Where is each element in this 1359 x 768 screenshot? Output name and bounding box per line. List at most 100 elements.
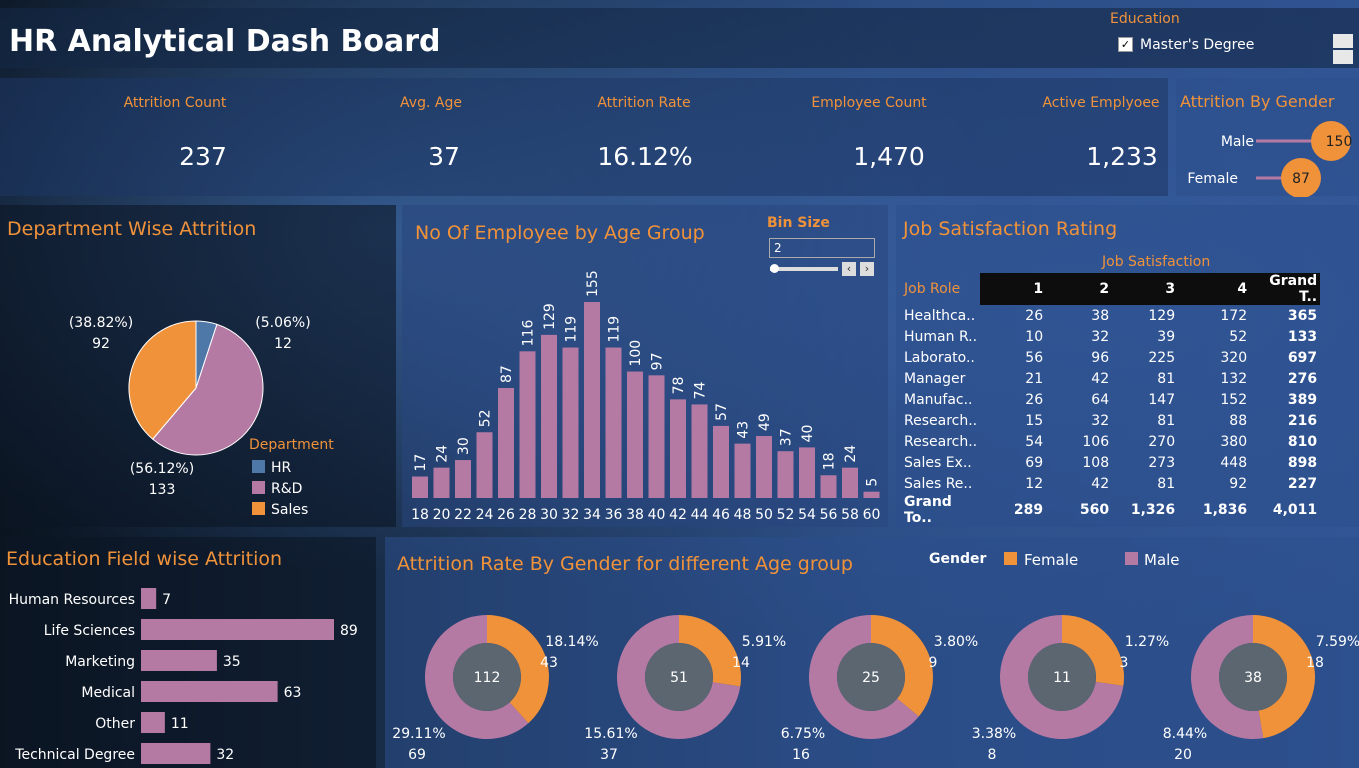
age-tick-label: 32 <box>562 507 580 523</box>
table-cell: 389 <box>1287 391 1318 408</box>
donut-center-label: 51 <box>670 670 688 686</box>
table-cell: 365 <box>1287 307 1318 324</box>
education-filter-label: Education <box>1110 11 1180 27</box>
page-title: HR Analytical Dash Board <box>9 24 441 59</box>
scroll-up-button[interactable] <box>1333 34 1353 48</box>
masters-degree-checkbox[interactable]: ✓ <box>1118 37 1133 52</box>
table-cell: 129 <box>1148 307 1176 324</box>
job-role-cell: Sales Re.. <box>904 475 973 492</box>
table-cell: 42 <box>1091 475 1110 492</box>
age-tick-label: 26 <box>497 507 515 523</box>
edu-value-label: 32 <box>216 747 234 763</box>
age-bar-label: 119 <box>607 316 623 343</box>
donut-male-value: 20 <box>1174 747 1192 763</box>
age-bar <box>476 432 493 498</box>
col-header: 2 <box>1046 273 1113 305</box>
age-bar <box>777 451 794 498</box>
pie-pct-label: (56.12%) <box>130 461 194 477</box>
edu-category-label: Marketing <box>65 654 135 670</box>
donut-male-value: 8 <box>988 747 997 763</box>
age-bar-label: 49 <box>757 413 773 431</box>
age-bar-label: 57 <box>714 403 730 421</box>
age-bar-label: 100 <box>628 340 644 367</box>
job-satisfaction-title: Job Satisfaction Rating <box>903 218 1118 240</box>
table-cell: 15 <box>1025 412 1044 429</box>
edu-value-label: 35 <box>223 654 241 670</box>
table-cell: 12 <box>1025 475 1044 492</box>
table-cell: 152 <box>1220 391 1248 408</box>
donut-female-value: 3 <box>1120 655 1129 671</box>
table-cell: 1,326 <box>1130 502 1176 518</box>
donut-male-pct: 3.38% <box>972 726 1016 742</box>
job-role-cell: Manager <box>904 370 966 387</box>
age-bar <box>799 447 815 498</box>
age-tick-label: 44 <box>691 507 709 523</box>
table-cell: 56 <box>1025 349 1044 366</box>
age-tick-label: 20 <box>433 507 451 523</box>
table-cell: 276 <box>1287 370 1318 387</box>
legend-swatch <box>252 481 265 494</box>
col-header: Grand T.. <box>1250 273 1321 305</box>
table-cell: 21 <box>1025 370 1044 387</box>
kpi-value: 237 <box>179 142 227 171</box>
table-cell: 147 <box>1148 391 1176 408</box>
legend-label: HR <box>271 460 292 476</box>
age-tick-label: 24 <box>476 507 494 523</box>
col-header: 1 <box>980 273 1047 305</box>
edu-bar <box>141 681 278 702</box>
table-cell: 52 <box>1229 328 1248 345</box>
donut-female-pct: 1.27% <box>1125 634 1169 650</box>
kpi-label: Attrition Rate <box>597 95 691 111</box>
table-cell: 108 <box>1082 454 1110 471</box>
edu-value-label: 63 <box>284 685 302 701</box>
edu-bar <box>141 619 334 640</box>
donut-female-value: 14 <box>732 655 750 671</box>
job-satisfaction-column-title: Job Satisfaction <box>1102 254 1211 270</box>
table-cell: 64 <box>1091 391 1110 408</box>
table-cell: 69 <box>1025 454 1044 471</box>
age-bar-label: 5 <box>865 478 881 487</box>
edu-value-label: 7 <box>162 592 171 608</box>
job-role-cell: Research.. <box>904 433 978 450</box>
scroll-down-button[interactable] <box>1333 50 1353 64</box>
age-bar-label: 40 <box>800 425 816 443</box>
age-bar <box>691 404 708 498</box>
kpi-value: 16.12% <box>597 142 693 171</box>
table-cell: 380 <box>1220 433 1248 450</box>
table-cell: 132 <box>1220 370 1248 387</box>
age-bar-label: 97 <box>650 353 666 371</box>
table-cell: 26 <box>1025 307 1044 324</box>
edu-value-label: 89 <box>340 623 358 639</box>
donut-female-value: 43 <box>540 655 558 671</box>
edu-category-label: Human Resources <box>9 592 135 608</box>
donut-center-label: 11 <box>1053 670 1071 686</box>
legend-swatch <box>252 502 265 515</box>
age-bar <box>433 467 450 498</box>
age-tick-label: 22 <box>454 507 472 523</box>
table-cell: 38 <box>1091 307 1110 324</box>
bin-size-input[interactable]: 2 <box>769 238 875 258</box>
age-group-title: No Of Employee by Age Group <box>415 222 705 244</box>
table-row: Manager 21 42 81 132 276 <box>904 368 1320 389</box>
gender-age-title: Attrition Rate By Gender for different A… <box>397 553 853 575</box>
age-tick-label: 56 <box>820 507 838 523</box>
age-bar <box>455 460 471 498</box>
table-header-row: Job Role 1 2 3 4 Grand T.. <box>904 273 1321 305</box>
edu-category-label: Technical Degree <box>14 747 135 763</box>
table-cell: 172 <box>1220 307 1248 324</box>
table-cell: 42 <box>1091 370 1110 387</box>
age-bar-label: 30 <box>456 437 472 455</box>
age-bar <box>541 334 557 498</box>
table-row: Laborato.. 56 96 225 320 697 <box>904 347 1320 368</box>
gender-attrition-title: Attrition By Gender <box>1180 92 1335 111</box>
donut-center-label: 112 <box>474 670 501 686</box>
age-bar-label: 129 <box>542 303 558 330</box>
age-tick-label: 18 <box>411 507 429 523</box>
gender-value-male: 150 <box>1326 134 1353 150</box>
age-tick-label: 46 <box>712 507 730 523</box>
table-cell: 81 <box>1157 370 1176 387</box>
kpi-value: 1,470 <box>853 142 925 171</box>
gender-age-donut-charts: 112 18.14% 43 29.11% 69 51 5.91% 14 15.61% 37 25 3.… <box>392 615 1359 763</box>
table-cell: 81 <box>1157 412 1176 429</box>
education-title: Education Field wise Attrition <box>6 548 283 570</box>
